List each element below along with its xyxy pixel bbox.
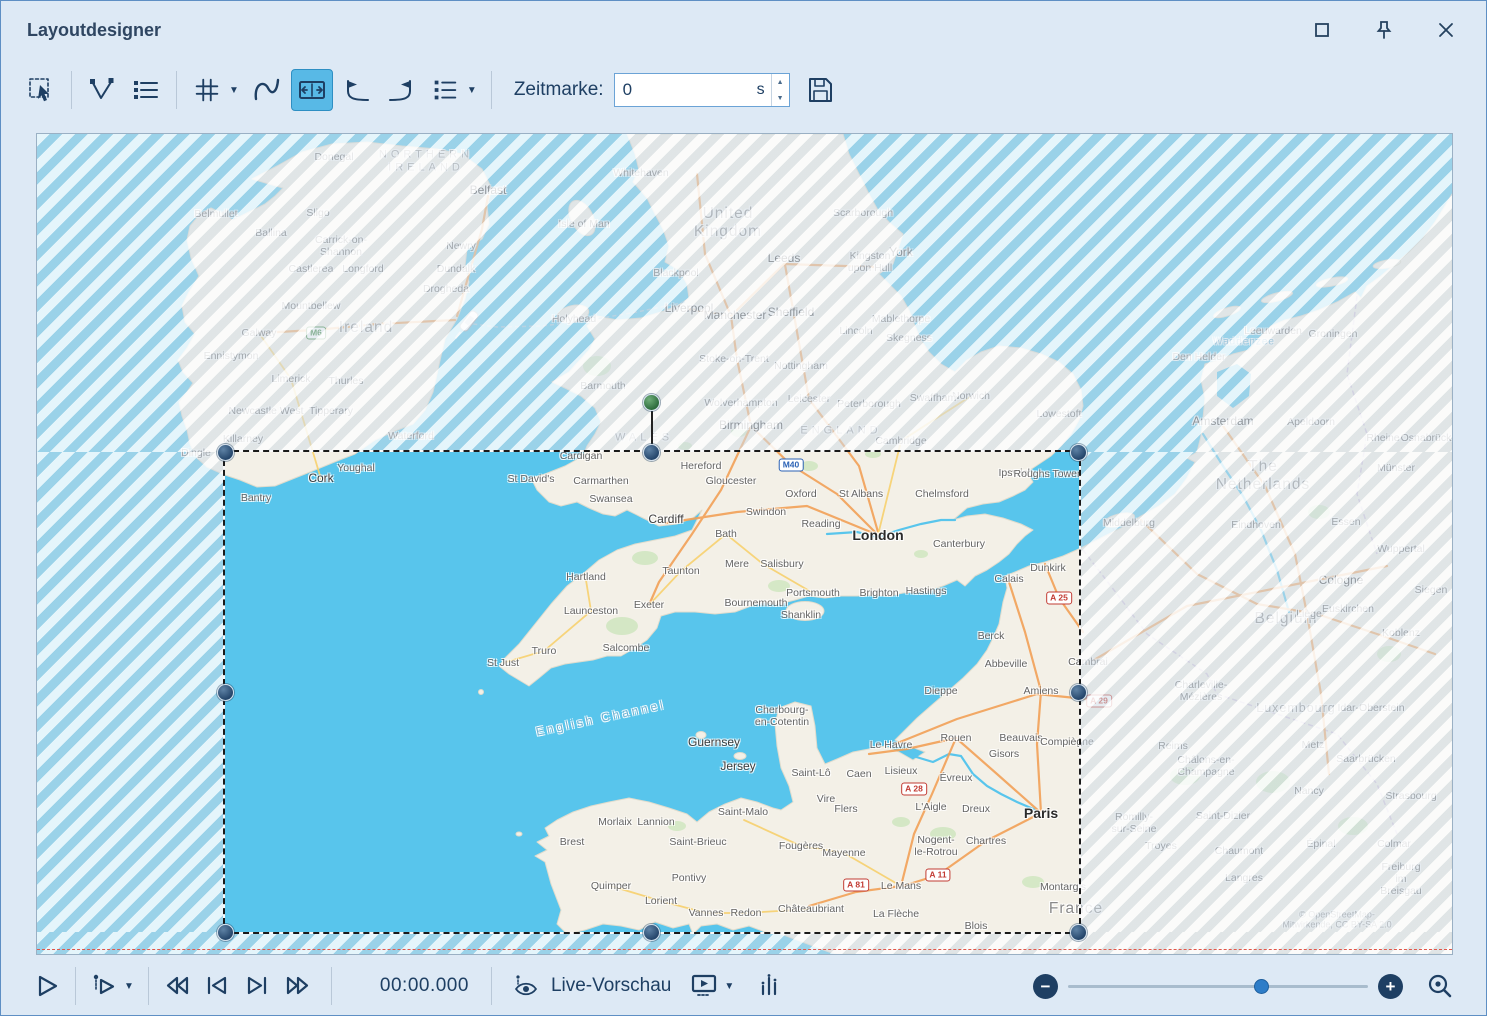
play-button[interactable] xyxy=(30,969,64,1003)
zoom-slider-track[interactable] xyxy=(1068,985,1368,988)
waypoint-list-dropdown-arrow[interactable]: ▼ xyxy=(467,85,477,96)
select-tool-button[interactable] xyxy=(21,70,61,110)
stats-bars-button[interactable] xyxy=(752,969,786,1003)
stats-bars-icon xyxy=(755,972,783,1000)
ease-in-button[interactable] xyxy=(337,70,377,110)
motion-path-icon xyxy=(251,74,283,106)
previous-frame-button[interactable] xyxy=(200,969,234,1003)
ease-out-button[interactable] xyxy=(381,70,421,110)
play-icon xyxy=(33,972,61,1000)
toolbar-divider xyxy=(71,71,72,109)
toolbar-divider xyxy=(491,71,492,109)
zeitmarke-spin-up[interactable]: ▲ xyxy=(772,74,789,90)
waypoint-list-icon xyxy=(430,75,460,105)
rotation-handle[interactable] xyxy=(643,394,660,411)
pin-icon xyxy=(1373,19,1395,41)
zoom-fit-magnifier-icon xyxy=(1425,971,1455,1001)
preview-display-dropdown-arrow[interactable]: ▼ xyxy=(724,981,734,992)
grid-dropdown-arrow[interactable]: ▼ xyxy=(229,85,239,96)
preview-display-button[interactable] xyxy=(687,969,721,1003)
selection-handle-sw[interactable] xyxy=(217,924,234,941)
skip-to-end-button[interactable] xyxy=(280,969,314,1003)
layoutdesigner-window: Layoutdesigner xyxy=(0,0,1487,1016)
play-from-marker-button[interactable] xyxy=(87,969,121,1003)
next-frame-icon xyxy=(243,972,271,1000)
save-button[interactable] xyxy=(800,70,840,110)
motion-path-button[interactable] xyxy=(247,70,287,110)
bottombar-divider xyxy=(331,967,332,1005)
titlebar: Layoutdesigner xyxy=(1,1,1486,59)
grid-icon xyxy=(192,75,222,105)
bottombar-divider xyxy=(491,967,492,1005)
hatch-overlay-right xyxy=(1079,452,1452,932)
layout-canvas[interactable]: NORTHERN IRELANDDonegalBelfastBelmulletS… xyxy=(36,133,1453,955)
play-options-dropdown-arrow[interactable]: ▼ xyxy=(124,981,134,992)
selection-handle-ne[interactable] xyxy=(1070,444,1087,461)
selection-rect[interactable] xyxy=(223,450,1081,934)
bottom-guide-line xyxy=(37,949,1452,950)
zeitmarke-field: s ▲ ▼ xyxy=(614,73,790,107)
selection-handle-n[interactable] xyxy=(643,444,660,461)
maximize-button[interactable] xyxy=(1304,13,1340,47)
toolbar-divider xyxy=(176,71,177,109)
zoom-slider-thumb[interactable] xyxy=(1254,979,1269,994)
zeitmarke-unit: s xyxy=(757,81,765,99)
camera-pan-button[interactable] xyxy=(291,69,333,111)
bottombar-divider xyxy=(148,967,149,1005)
window-title: Layoutdesigner xyxy=(27,20,161,41)
skip-end-icon xyxy=(283,972,311,1000)
select-tool-icon xyxy=(25,74,57,106)
toolbar: ▼ xyxy=(1,59,1486,121)
curve-edit-button[interactable] xyxy=(82,70,122,110)
zeitmarke-spinner: ▲ ▼ xyxy=(771,74,789,106)
time-display: 00:00.000 xyxy=(380,975,469,997)
hatch-overlay-bottom xyxy=(37,932,1452,954)
zeitmarke-spin-down[interactable]: ▼ xyxy=(772,90,789,106)
ease-in-icon xyxy=(341,74,373,106)
bottombar-divider xyxy=(75,967,76,1005)
waypoint-list-button[interactable] xyxy=(425,70,465,110)
skip-start-icon xyxy=(163,972,191,1000)
zeitmarke-input[interactable] xyxy=(615,79,757,101)
curve-edit-icon xyxy=(86,74,118,106)
hatch-overlay-top xyxy=(37,134,1452,452)
close-button[interactable] xyxy=(1428,13,1464,47)
live-preview-button[interactable] xyxy=(508,969,542,1003)
next-frame-button[interactable] xyxy=(240,969,274,1003)
window-controls xyxy=(1304,13,1464,47)
selection-handle-se[interactable] xyxy=(1070,924,1087,941)
selection-handle-e[interactable] xyxy=(1070,684,1087,701)
align-waypoints-icon xyxy=(130,74,162,106)
zeitmarke-label: Zeitmarke: xyxy=(514,79,604,101)
selection-handle-s[interactable] xyxy=(643,924,660,941)
preview-display-icon xyxy=(689,971,719,1001)
close-icon xyxy=(1436,20,1456,40)
maximize-icon xyxy=(1312,20,1332,40)
ease-out-icon xyxy=(385,74,417,106)
zoom-out-button[interactable]: − xyxy=(1033,974,1058,999)
live-preview-eye-icon xyxy=(511,972,539,1000)
skip-to-start-button[interactable] xyxy=(160,969,194,1003)
selection-handle-nw[interactable] xyxy=(217,444,234,461)
zoom-fit-button[interactable] xyxy=(1423,969,1457,1003)
play-from-marker-icon xyxy=(90,972,118,1000)
selection-handle-w[interactable] xyxy=(217,684,234,701)
save-icon xyxy=(804,74,836,106)
previous-frame-icon xyxy=(203,972,231,1000)
live-preview-label: Live-Vorschau xyxy=(551,975,671,997)
transport-bar: ▼ 00:00.000 Live-Vorschau xyxy=(1,955,1486,1016)
pin-button[interactable] xyxy=(1366,13,1402,47)
zoom-slider[interactable] xyxy=(1068,974,1368,999)
camera-pan-icon xyxy=(296,74,328,106)
zoom-in-button[interactable]: + xyxy=(1378,974,1403,999)
align-waypoints-button[interactable] xyxy=(126,70,166,110)
hatch-overlay-left xyxy=(37,452,225,932)
grid-button[interactable] xyxy=(187,70,227,110)
